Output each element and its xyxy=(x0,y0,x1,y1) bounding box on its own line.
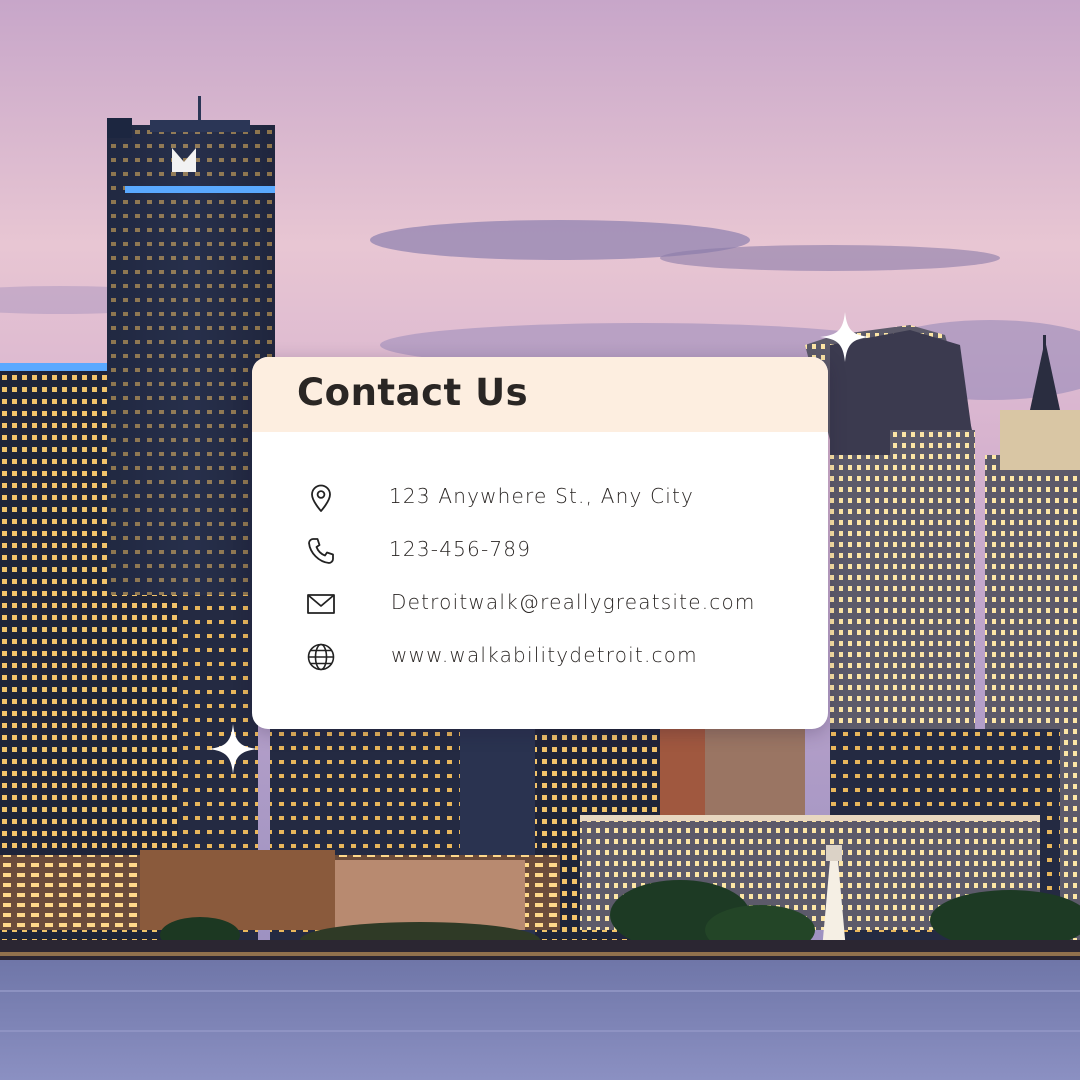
contact-card: Contact Us 123 Anywhere St., Any City 12… xyxy=(252,357,828,729)
location-pin-icon xyxy=(306,483,336,513)
email-link[interactable]: Detroitwalk@reallygreatsite.com xyxy=(391,590,756,614)
contact-row-email[interactable]: Detroitwalk@reallygreatsite.com xyxy=(252,583,828,623)
mail-icon xyxy=(306,589,336,619)
website-link[interactable]: www.walkabilitydetroit.com xyxy=(391,643,698,667)
poster: Contact Us 123 Anywhere St., Any City 12… xyxy=(0,0,1080,1080)
contact-row-phone: 123-456-789 xyxy=(252,530,828,570)
address-text: 123 Anywhere St., Any City xyxy=(389,484,695,508)
phone-icon xyxy=(306,536,336,566)
contact-row-address: 123 Anywhere St., Any City xyxy=(252,477,828,517)
contact-row-website[interactable]: www.walkabilitydetroit.com xyxy=(252,636,828,676)
sparkle-icon xyxy=(820,312,870,362)
globe-icon xyxy=(306,642,336,672)
sparkle-icon xyxy=(208,724,258,774)
card-title: Contact Us xyxy=(297,371,529,414)
phone-text: 123-456-789 xyxy=(389,537,532,561)
card-header: Contact Us xyxy=(252,357,828,432)
